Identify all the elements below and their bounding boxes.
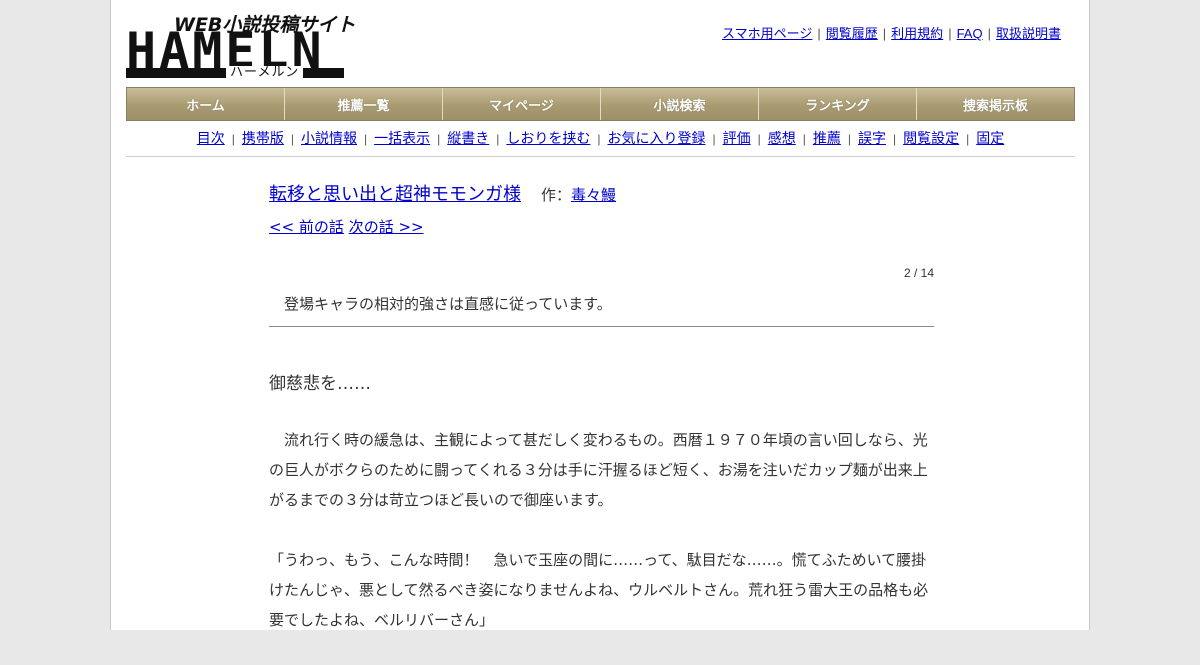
subnav-typo[interactable]: 誤字 [858, 130, 886, 146]
subnav-toc[interactable]: 目次 [197, 130, 225, 146]
nav-recommendations[interactable]: 推薦一覧 [285, 88, 443, 120]
preface-divider [269, 326, 934, 327]
logo-kana: ハーメルン [226, 66, 304, 80]
novel-content: 転移と思い出と超神モモンガ様 作：毒々鰻 << 前の話 次の話 >> 2 / 14… [269, 180, 934, 629]
nav-ranking[interactable]: ランキング [759, 88, 917, 120]
preface-text: 登場キャラの相対的強さは直感に従っています。 [284, 295, 612, 313]
next-episode-link[interactable]: 次の話 >> [349, 218, 424, 236]
subnav-info[interactable]: 小説情報 [301, 130, 357, 146]
episode-pager: << 前の話 次の話 >> [269, 216, 934, 237]
nav-search[interactable]: 小説検索 [601, 88, 759, 120]
prev-episode-link[interactable]: << 前の話 [269, 218, 344, 236]
subnav-bookmark[interactable]: しおりを挟む [506, 130, 590, 146]
subnav-all[interactable]: 一括表示 [374, 130, 430, 146]
chapter-body: 流れ行く時の緩急は、主観によって甚だしく変わるもの。西暦１９７０年頃の言い回しな… [269, 425, 934, 665]
subnav-settings[interactable]: 閲覧設定 [903, 130, 959, 146]
main-nav: ホーム 推薦一覧 マイページ 小説検索 ランキング 捜索掲示板 [126, 87, 1075, 121]
link-terms[interactable]: 利用規約 [891, 26, 943, 41]
subnav-mobile[interactable]: 携帯版 [242, 130, 284, 146]
subnav-rate[interactable]: 評価 [723, 130, 751, 146]
body-paragraph: 流れ行く時の緩急は、主観によって甚だしく変わるもの。西暦１９７０年頃の言い回しな… [269, 431, 928, 509]
subnav-pin[interactable]: 固定 [976, 130, 1004, 146]
top-links: スマホ用ページ | 閲覧履歴 | 利用規約 | FAQ | 取扱説明書 [722, 26, 1061, 41]
author-link[interactable]: 毒々鰻 [571, 186, 616, 204]
subnav-favorite[interactable]: お気に入り登録 [608, 130, 706, 146]
nav-home[interactable]: ホーム [127, 88, 285, 120]
link-manual[interactable]: 取扱説明書 [996, 26, 1061, 41]
link-smartphone[interactable]: スマホ用ページ [722, 26, 812, 41]
hameln-logo[interactable]: WEB小説投稿サイト HAMELN ハーメルン [126, 10, 355, 80]
novel-header: 転移と思い出と超神モモンガ様 作：毒々鰻 [269, 180, 934, 206]
nav-board[interactable]: 捜索掲示板 [917, 88, 1074, 120]
subnav-divider [126, 156, 1075, 157]
novel-subnav: 目次 | 携帯版 | 小説情報 | 一括表示 | 縦書き | しおりを挟む | お気に入り登録 | 評価 | 感… [196, 130, 1005, 146]
body-paragraph: 「うわっ、もう、こんな時間！ 急いで玉座の間に……って、駄目だな……。慌てふため… [269, 551, 929, 629]
subnav-vertical[interactable]: 縦書き [447, 130, 489, 146]
subnav-review[interactable]: 感想 [768, 130, 796, 146]
episode-count: 2 / 14 [903, 266, 934, 280]
link-faq[interactable]: FAQ [957, 26, 983, 41]
novel-title[interactable]: 転移と思い出と超神モモンガ様 [269, 184, 521, 205]
link-history[interactable]: 閲覧履歴 [826, 26, 878, 41]
author-label: 作： [541, 186, 572, 204]
page-container: WEB小説投稿サイト HAMELN ハーメルン スマホ用ページ | 閲覧履歴 | 利用規… [110, 0, 1090, 630]
nav-mypage[interactable]: マイページ [443, 88, 601, 120]
subnav-recommend[interactable]: 推薦 [813, 130, 841, 146]
chapter-title: 御慈悲を…… [269, 374, 371, 394]
